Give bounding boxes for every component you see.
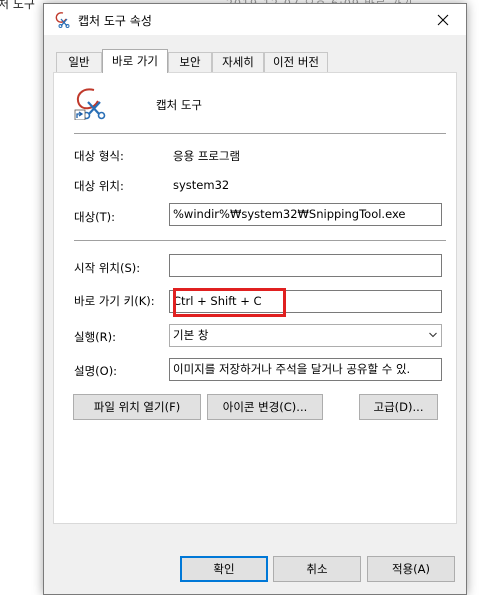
start-in-label: 시작 위치(S): (74, 261, 141, 275)
background-window-title: 처 도구 (0, 0, 35, 11)
tab-shortcut[interactable]: 바로 가기 (102, 49, 168, 73)
target-location-label: 대상 위치: (74, 179, 124, 193)
separator (74, 240, 446, 241)
shortcut-key-label: 바로 가기 키(K): (74, 294, 155, 308)
properties-dialog: 캡처 도구 속성 일반 바로 가기 보안 자세히 이전 버전 캡처 도구 대상 … (43, 3, 467, 595)
separator (74, 133, 446, 134)
target-location-value: system32 (173, 178, 230, 192)
tab-details[interactable]: 자세히 (212, 52, 264, 72)
run-select-value: 기본 창 (173, 328, 209, 342)
comment-field[interactable]: 이미지를 저장하거나 주석을 달거나 공유할 수 있. (169, 358, 442, 381)
target-type-value: 응용 프로그램 (173, 149, 241, 163)
run-label: 실행(R): (74, 330, 116, 344)
change-icon-button[interactable]: 아이콘 변경(C)... (207, 394, 323, 420)
tab-security[interactable]: 보안 (168, 52, 212, 72)
run-select[interactable]: 기본 창 (169, 324, 442, 347)
shortcut-panel: 캡처 도구 대상 형식: 응용 프로그램 대상 위치: system32 대상(… (53, 72, 457, 524)
title-bar[interactable]: 캡처 도구 속성 (44, 4, 466, 35)
highlight-box (173, 288, 286, 317)
target-field[interactable]: %windir%₩system32₩SnippingTool.exe (169, 203, 442, 226)
close-button[interactable] (420, 4, 466, 35)
shortcut-name: 캡처 도구 (156, 98, 202, 112)
advanced-button[interactable]: 고급(D)... (359, 394, 438, 420)
chevron-down-icon (429, 332, 437, 338)
apply-button[interactable]: 적용(A) (367, 556, 455, 582)
dialog-title: 캡처 도구 속성 (78, 14, 152, 28)
close-icon (437, 14, 449, 25)
snipping-tool-icon (55, 12, 70, 28)
target-type-label: 대상 형식: (74, 149, 124, 163)
comment-label: 설명(O): (74, 364, 118, 378)
ok-button[interactable]: 확인 (180, 556, 268, 582)
open-file-location-button[interactable]: 파일 위치 열기(F) (73, 394, 201, 420)
start-in-field[interactable] (169, 254, 442, 277)
tab-previous-versions[interactable]: 이전 버전 (264, 52, 328, 72)
tab-strip: 일반 바로 가기 보안 자세히 이전 버전 (56, 49, 454, 73)
cancel-button[interactable]: 취소 (273, 556, 361, 582)
tab-general[interactable]: 일반 (56, 52, 102, 72)
target-label: 대상(T): (74, 210, 116, 224)
snipping-tool-app-icon (74, 88, 106, 120)
